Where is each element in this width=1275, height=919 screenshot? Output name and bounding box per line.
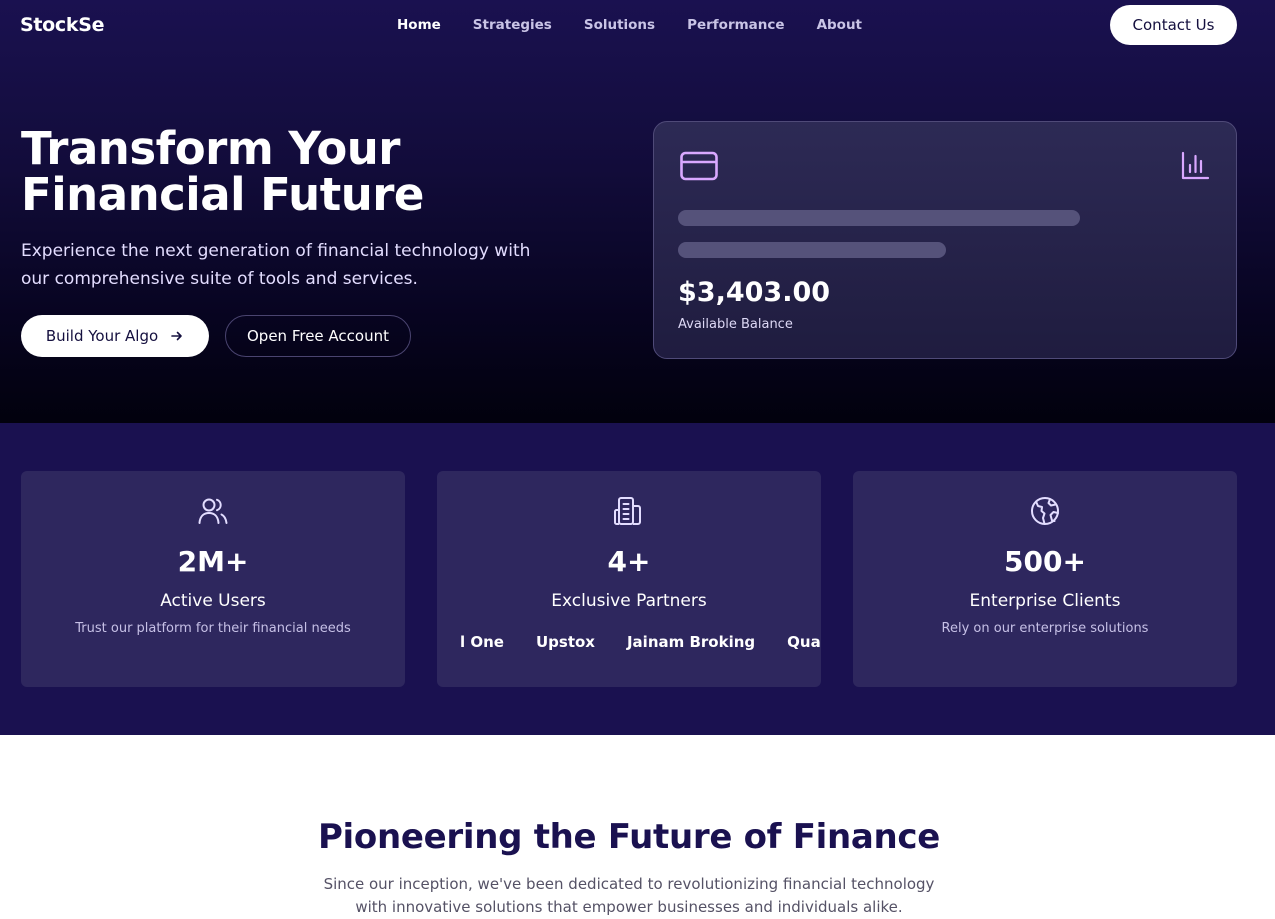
about-title: Pioneering the Future of Finance [317,817,941,857]
hero-title-line2: Financial Future [21,168,424,221]
hero-subtitle: Experience the next generation of financ… [21,241,531,289]
stat-card-exclusive-partners: 4+ Exclusive Partners l One Upstox Jaina… [437,471,821,687]
open-free-account-button[interactable]: Open Free Account [225,315,411,357]
arrow-right-icon [171,331,182,341]
stat-card-active-users: 2M+ Active Users Trust our platform for … [21,471,405,687]
brand-logo[interactable]: StockSe [20,14,105,36]
nav-link-solutions[interactable]: Solutions [584,17,655,33]
stat-title: Active Users [160,591,266,611]
stat-value: 500+ [1004,545,1086,578]
nav-link-about[interactable]: About [817,17,862,33]
balance-label: Available Balance [678,317,793,332]
globe-icon [1031,497,1059,525]
stat-description: Trust our platform for their financial n… [75,621,351,636]
stats-section: 2M+ Active Users Trust our platform for … [0,423,1275,735]
nav-link-performance[interactable]: Performance [687,17,784,33]
stat-title: Enterprise Clients [969,591,1121,611]
bar-chart-icon [1181,151,1210,180]
top-navigation: StockSe Home Strategies Solutions Perfor… [0,0,1275,52]
partners-ticker: l One Upstox Jainam Broking Qua [437,633,821,655]
build-your-algo-button[interactable]: Build Your Algo [21,315,209,357]
nav-link-strategies[interactable]: Strategies [473,17,552,33]
hero-section: StockSe Home Strategies Solutions Perfor… [0,0,1275,423]
stat-value: 4+ [607,545,651,578]
partner-name: l One [460,633,504,651]
open-free-account-label: Open Free Account [247,327,389,345]
credit-card-icon [680,151,718,181]
partner-name: Qua [787,633,821,651]
stat-title: Exclusive Partners [551,591,707,611]
about-subtitle: Since our inception, we've been dedicate… [323,875,935,916]
partners-track: l One Upstox Jainam Broking Qua [460,633,821,651]
partner-name: Jainam Broking [626,633,756,651]
hero-title: Transform Your Financial Future [21,126,581,218]
stat-card-enterprise-clients: 500+ Enterprise Clients Rely on our ente… [853,471,1237,687]
balance-amount: $3,403.00 [678,277,831,308]
stat-value: 2M+ [177,545,249,578]
balance-card: $3,403.00 Available Balance [653,121,1237,359]
placeholder-bar [678,242,946,258]
contact-us-label: Contact Us [1132,16,1215,34]
about-section: Pioneering the Future of Finance Since o… [0,735,1275,916]
build-your-algo-label: Build Your Algo [45,327,159,345]
partner-name: Upstox [535,633,595,651]
building-icon [614,497,641,525]
placeholder-bar [678,210,1080,226]
users-icon [198,498,228,524]
stat-description: Rely on our enterprise solutions [941,621,1149,636]
nav-links: Home Strategies Solutions Performance Ab… [397,17,894,33]
contact-us-button[interactable]: Contact Us [1110,5,1237,45]
nav-link-home[interactable]: Home [397,17,441,33]
